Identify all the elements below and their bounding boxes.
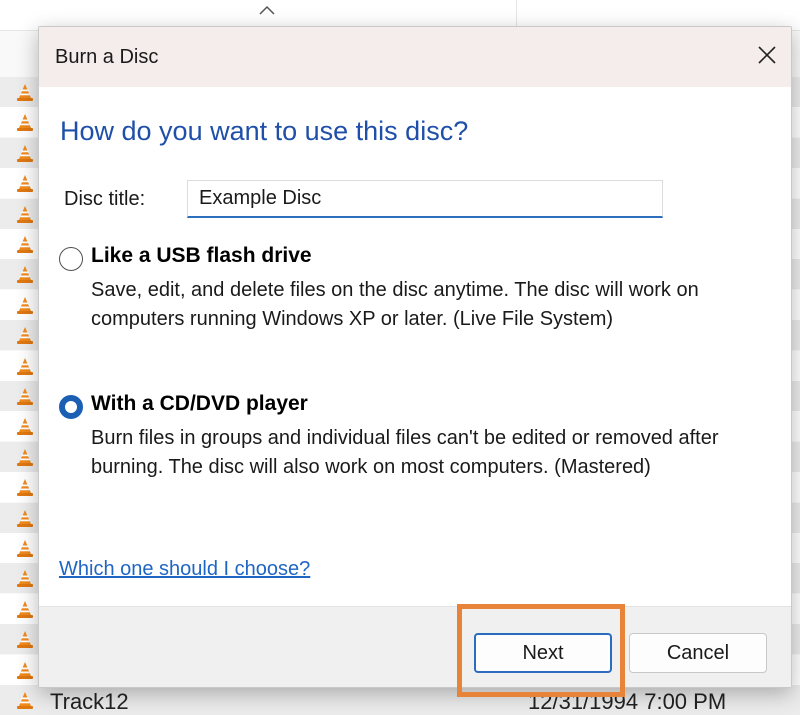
vlc-cone-icon: [17, 692, 33, 709]
disc-title-input[interactable]: [187, 180, 663, 218]
vlc-cone-icon: [17, 662, 33, 679]
vlc-cone-icon: [17, 236, 33, 253]
option-label[interactable]: Like a USB flash drive: [91, 244, 312, 268]
vlc-cone-icon: [17, 358, 33, 375]
vlc-cone-icon: [17, 540, 33, 557]
disc-title-label: Disc title:: [64, 188, 146, 210]
dialog-footer: Next Cancel: [39, 606, 791, 687]
vlc-cone-icon: [17, 418, 33, 435]
close-icon: [758, 46, 776, 64]
close-button[interactable]: [747, 35, 787, 75]
cancel-button[interactable]: Cancel: [629, 633, 767, 673]
vlc-cone-icon: [17, 114, 33, 131]
vlc-cone-icon: [17, 327, 33, 344]
sort-ascending-icon[interactable]: [258, 4, 276, 16]
vlc-cone-icon: [17, 449, 33, 466]
vlc-cone-icon: [17, 145, 33, 162]
option-label[interactable]: With a CD/DVD player: [91, 392, 308, 416]
vlc-cone-icon: [17, 206, 33, 223]
file-date: 12/31/1994 7:00 PM: [528, 689, 727, 714]
vlc-cone-icon: [17, 297, 33, 314]
help-link[interactable]: Which one should I choose?: [59, 558, 310, 581]
next-button[interactable]: Next: [474, 633, 612, 673]
screen: Track12 12/31/1994 7:00 PM Burn a Disc Ho…: [0, 0, 800, 715]
vlc-cone-icon: [17, 631, 33, 648]
option-description: Burn files in groups and individual file…: [91, 427, 719, 478]
dialog-title: Burn a Disc: [55, 46, 159, 68]
dialog-titlebar: Burn a Disc: [39, 27, 791, 87]
main-instruction: How do you want to use this disc?: [60, 116, 469, 146]
option-description: Save, edit, and delete files on the disc…: [91, 279, 699, 330]
vlc-cone-icon: [17, 266, 33, 283]
vlc-cone-icon: [17, 510, 33, 527]
vlc-cone-icon: [17, 84, 33, 101]
vlc-cone-icon: [17, 479, 33, 496]
radio-cd-dvd-player[interactable]: [59, 395, 83, 419]
vlc-cone-icon: [17, 175, 33, 192]
vlc-cone-icon: [17, 388, 33, 405]
file-name: Track12: [50, 689, 129, 714]
burn-disc-dialog: Burn a Disc How do you want to use this …: [38, 26, 792, 688]
file-row[interactable]: Track12 12/31/1994 7:00 PM: [0, 685, 800, 715]
vlc-cone-icon: [17, 570, 33, 587]
radio-usb-flash-drive[interactable]: [59, 247, 83, 271]
vlc-cone-icon: [17, 601, 33, 618]
